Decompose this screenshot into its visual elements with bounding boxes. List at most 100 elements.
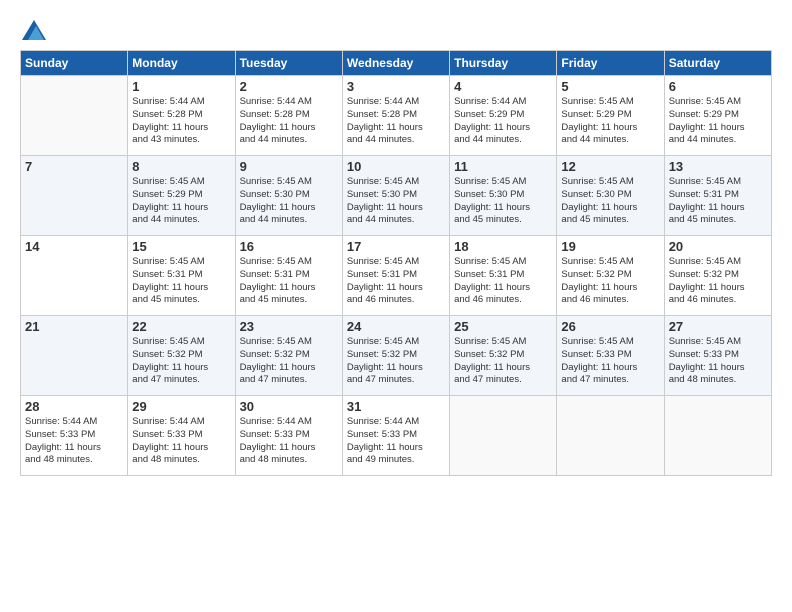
- calendar-cell: 29Sunrise: 5:44 AM Sunset: 5:33 PM Dayli…: [128, 396, 235, 476]
- calendar-week-row: 28 Sunrise: 5:44 AM Sunset: 5:33 PM Dayli…: [21, 396, 772, 476]
- day-number: 15: [132, 239, 230, 254]
- calendar-week-row: 14 15 Sunrise: 5:45 AM Sunset: 5:31 PM Day…: [21, 236, 772, 316]
- calendar-cell: 4 Sunrise: 5:44 AM Sunset: 5:29 PM Daylig…: [450, 76, 557, 156]
- cell-info: Sunrise: 5:45 AM Sunset: 5:31 PM Dayligh…: [669, 176, 767, 227]
- calendar-cell: 3 Sunrise: 5:44 AM Sunset: 5:28 PM Daylig…: [342, 76, 449, 156]
- day-number: 25: [454, 319, 552, 334]
- day-number: 26: [561, 319, 659, 334]
- day-number: 31: [347, 399, 445, 414]
- calendar-cell: 22 Sunrise: 5:45 AM Sunset: 5:32 PM Dayli…: [128, 316, 235, 396]
- day-number: 12: [561, 159, 659, 174]
- cell-info: Sunrise: 5:44 AM Sunset: 5:29 PM Dayligh…: [454, 96, 552, 147]
- calendar-cell: 9 Sunrise: 5:45 AM Sunset: 5:30 PM Daylig…: [235, 156, 342, 236]
- calendar-cell: 8 Sunrise: 5:45 AM Sunset: 5:29 PM Daylig…: [128, 156, 235, 236]
- cell-info: Sunrise: 5:45 AM Sunset: 5:31 PM Dayligh…: [240, 256, 338, 307]
- calendar-cell: 10 Sunrise: 5:45 AM Sunset: 5:30 PM Dayli…: [342, 156, 449, 236]
- cell-info: Sunrise: 5:45 AM Sunset: 5:32 PM Dayligh…: [132, 336, 230, 387]
- calendar-cell: 24 Sunrise: 5:45 AM Sunset: 5:32 PM Dayli…: [342, 316, 449, 396]
- calendar-cell: 6 Sunrise: 5:45 AM Sunset: 5:29 PM Daylig…: [664, 76, 771, 156]
- cell-info: Sunrise: 5:45 AM Sunset: 5:32 PM Dayligh…: [561, 256, 659, 307]
- cell-info: Sunrise: 5:44 AM Sunset: 5:33 PM Dayligh…: [25, 416, 123, 467]
- calendar-cell: 26Sunrise: 5:45 AM Sunset: 5:33 PM Dayli…: [557, 316, 664, 396]
- cell-info: Sunrise: 5:45 AM Sunset: 5:30 PM Dayligh…: [454, 176, 552, 227]
- day-number: 27: [669, 319, 767, 334]
- day-number: 28: [25, 399, 123, 414]
- calendar-cell: 15 Sunrise: 5:45 AM Sunset: 5:31 PM Dayli…: [128, 236, 235, 316]
- day-number: 19: [561, 239, 659, 254]
- calendar-week-row: 1 Sunrise: 5:44 AM Sunset: 5:28 PM Daylig…: [21, 76, 772, 156]
- calendar-cell: 1 Sunrise: 5:44 AM Sunset: 5:28 PM Daylig…: [128, 76, 235, 156]
- calendar-cell: 31 Sunrise: 5:44 AM Sunset: 5:33 PM Dayli…: [342, 396, 449, 476]
- day-number: 13: [669, 159, 767, 174]
- calendar-header-sunday: Sunday: [21, 51, 128, 76]
- day-number: 10: [347, 159, 445, 174]
- calendar-cell: 2 Sunrise: 5:44 AM Sunset: 5:28 PM Daylig…: [235, 76, 342, 156]
- calendar-header-saturday: Saturday: [664, 51, 771, 76]
- cell-info: Sunrise: 5:44 AM Sunset: 5:28 PM Dayligh…: [240, 96, 338, 147]
- day-number: 22: [132, 319, 230, 334]
- calendar-cell: [664, 396, 771, 476]
- page: SundayMondayTuesdayWednesdayThursdayFrid…: [0, 0, 792, 486]
- calendar-cell: [557, 396, 664, 476]
- cell-info: Sunrise: 5:44 AM Sunset: 5:28 PM Dayligh…: [347, 96, 445, 147]
- calendar-week-row: 21 22 Sunrise: 5:45 AM Sunset: 5:32 PM Day…: [21, 316, 772, 396]
- calendar-cell: 27 Sunrise: 5:45 AM Sunset: 5:33 PM Dayli…: [664, 316, 771, 396]
- day-number: 24: [347, 319, 445, 334]
- cell-info: Sunrise: 5:45 AM Sunset: 5:29 PM Dayligh…: [132, 176, 230, 227]
- cell-info: Sunrise: 5:45 AM Sunset: 5:29 PM Dayligh…: [561, 96, 659, 147]
- calendar-cell: 12 Sunrise: 5:45 AM Sunset: 5:30 PM Dayli…: [557, 156, 664, 236]
- cell-info: Sunrise: 5:45 AM Sunset: 5:31 PM Dayligh…: [454, 256, 552, 307]
- day-number: 20: [669, 239, 767, 254]
- calendar-cell: 28 Sunrise: 5:44 AM Sunset: 5:33 PM Dayli…: [21, 396, 128, 476]
- calendar-cell: 5 Sunrise: 5:45 AM Sunset: 5:29 PM Daylig…: [557, 76, 664, 156]
- day-number: 8: [132, 159, 230, 174]
- calendar-cell: 25 Sunrise: 5:45 AM Sunset: 5:32 PM Dayli…: [450, 316, 557, 396]
- calendar-header-row: SundayMondayTuesdayWednesdayThursdayFrid…: [21, 51, 772, 76]
- cell-info: Sunrise: 5:45 AM Sunset: 5:32 PM Dayligh…: [669, 256, 767, 307]
- day-number: 18: [454, 239, 552, 254]
- calendar-cell: 20 Sunrise: 5:45 AM Sunset: 5:32 PM Dayli…: [664, 236, 771, 316]
- cell-info: Sunrise: 5:45 AM Sunset: 5:30 PM Dayligh…: [561, 176, 659, 227]
- day-number: 16: [240, 239, 338, 254]
- calendar-cell: 21: [21, 316, 128, 396]
- cell-info: Sunrise: 5:44 AM Sunset: 5:33 PM Dayligh…: [240, 416, 338, 467]
- logo-icon: [22, 20, 46, 40]
- cell-info: Sunrise: 5:45 AM Sunset: 5:32 PM Dayligh…: [454, 336, 552, 387]
- calendar-cell: 16 Sunrise: 5:45 AM Sunset: 5:31 PM Dayli…: [235, 236, 342, 316]
- calendar-cell: 19 Sunrise: 5:45 AM Sunset: 5:32 PM Dayli…: [557, 236, 664, 316]
- cell-info: Sunrise: 5:45 AM Sunset: 5:31 PM Dayligh…: [347, 256, 445, 307]
- day-number: 30: [240, 399, 338, 414]
- day-number: 21: [25, 319, 123, 334]
- cell-info: Sunrise: 5:44 AM Sunset: 5:33 PM Dayligh…: [347, 416, 445, 467]
- calendar: SundayMondayTuesdayWednesdayThursdayFrid…: [20, 50, 772, 476]
- calendar-header-friday: Friday: [557, 51, 664, 76]
- day-number: 1: [132, 79, 230, 94]
- calendar-week-row: 78 Sunrise: 5:45 AM Sunset: 5:29 PM Dayli…: [21, 156, 772, 236]
- calendar-header-monday: Monday: [128, 51, 235, 76]
- calendar-cell: 23Sunrise: 5:45 AM Sunset: 5:32 PM Dayli…: [235, 316, 342, 396]
- cell-info: Sunrise: 5:45 AM Sunset: 5:30 PM Dayligh…: [347, 176, 445, 227]
- cell-info: Sunrise: 5:44 AM Sunset: 5:28 PM Dayligh…: [132, 96, 230, 147]
- day-number: 9: [240, 159, 338, 174]
- calendar-header-thursday: Thursday: [450, 51, 557, 76]
- cell-info: Sunrise: 5:45 AM Sunset: 5:32 PM Dayligh…: [347, 336, 445, 387]
- day-number: 7: [25, 159, 123, 174]
- calendar-cell: 17Sunrise: 5:45 AM Sunset: 5:31 PM Dayli…: [342, 236, 449, 316]
- day-number: 11: [454, 159, 552, 174]
- day-number: 2: [240, 79, 338, 94]
- calendar-cell: [21, 76, 128, 156]
- day-number: 4: [454, 79, 552, 94]
- day-number: 6: [669, 79, 767, 94]
- cell-info: Sunrise: 5:44 AM Sunset: 5:33 PM Dayligh…: [132, 416, 230, 467]
- calendar-cell: 14: [21, 236, 128, 316]
- cell-info: Sunrise: 5:45 AM Sunset: 5:32 PM Dayligh…: [240, 336, 338, 387]
- cell-info: Sunrise: 5:45 AM Sunset: 5:33 PM Dayligh…: [669, 336, 767, 387]
- day-number: 3: [347, 79, 445, 94]
- cell-info: Sunrise: 5:45 AM Sunset: 5:31 PM Dayligh…: [132, 256, 230, 307]
- calendar-cell: 30 Sunrise: 5:44 AM Sunset: 5:33 PM Dayli…: [235, 396, 342, 476]
- cell-info: Sunrise: 5:45 AM Sunset: 5:29 PM Dayligh…: [669, 96, 767, 147]
- cell-info: Sunrise: 5:45 AM Sunset: 5:30 PM Dayligh…: [240, 176, 338, 227]
- day-number: 5: [561, 79, 659, 94]
- calendar-header-tuesday: Tuesday: [235, 51, 342, 76]
- calendar-header-wednesday: Wednesday: [342, 51, 449, 76]
